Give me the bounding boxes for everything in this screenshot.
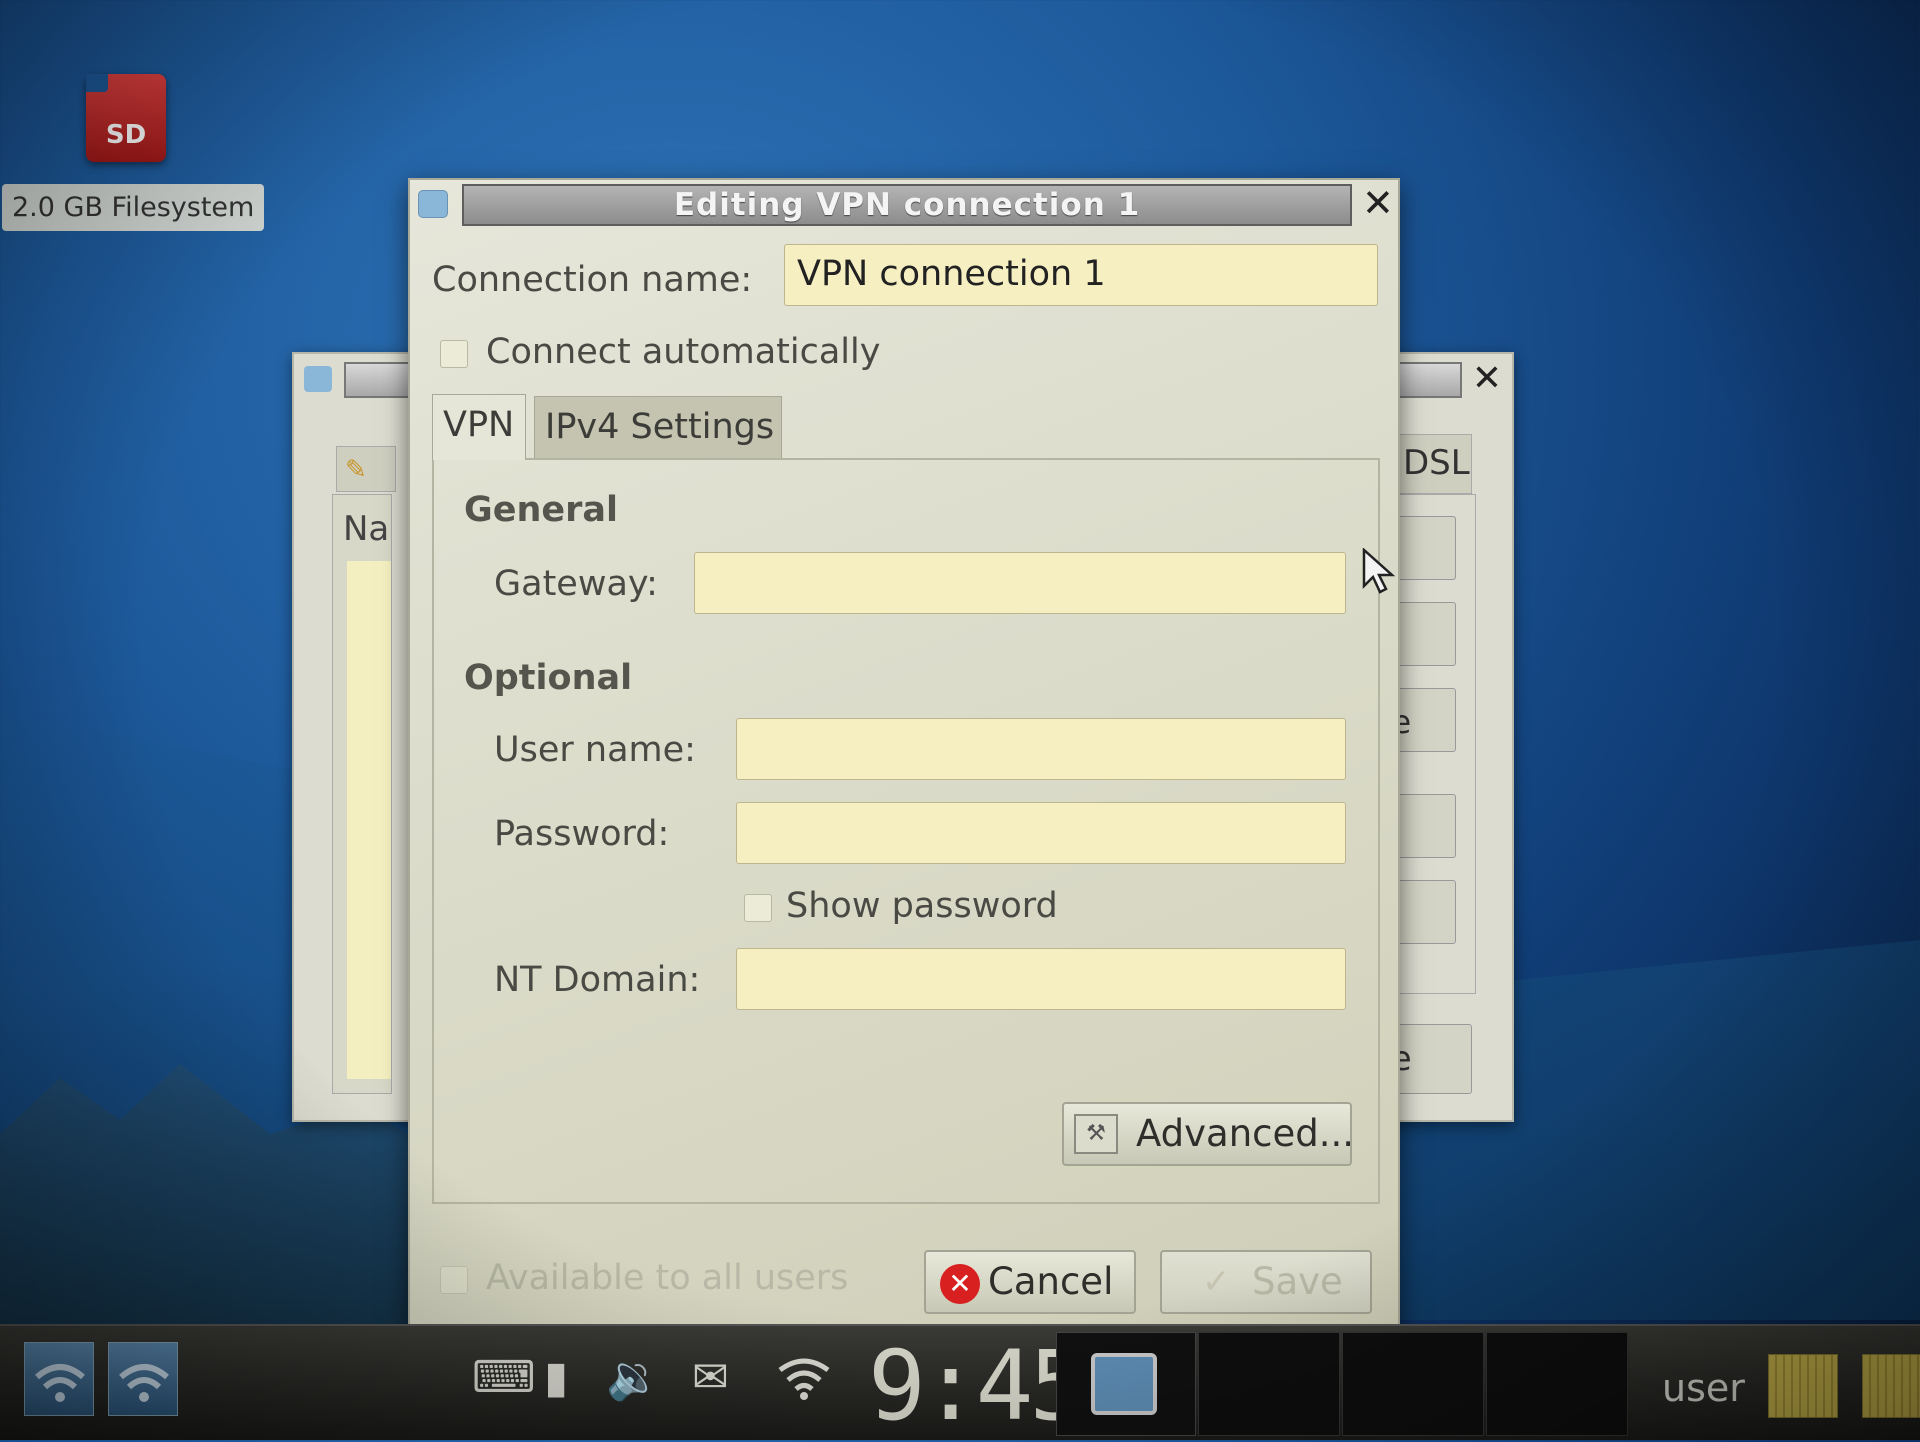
mouse-cursor-icon — [1362, 548, 1396, 594]
save-button-label: Save — [1252, 1260, 1343, 1303]
save-check-icon: ✓ — [1202, 1262, 1231, 1302]
edit-vpn-dialog: Editing VPN connection 1 ✕ Connection na… — [408, 178, 1400, 1336]
clock[interactable]: 9:45 — [868, 1338, 1087, 1434]
taskbar-slot[interactable] — [1342, 1332, 1484, 1436]
tab-ipv4-settings[interactable]: IPv4 Settings — [534, 396, 782, 458]
cancel-button[interactable]: ✕ Cancel — [924, 1250, 1136, 1314]
user-label[interactable]: user — [1662, 1366, 1745, 1410]
advanced-icon: ⚒ — [1074, 1114, 1118, 1154]
network-icon — [304, 366, 332, 392]
available-all-users-label: Available to all users — [486, 1258, 849, 1298]
workspace-pager-1[interactable] — [1768, 1354, 1838, 1418]
sd-card-text: SD — [105, 120, 147, 150]
list-header: Na — [343, 509, 390, 549]
network-icon — [418, 190, 448, 218]
taskbar-network-app-2[interactable] — [108, 1342, 178, 1416]
wifi-icon — [35, 1364, 85, 1402]
tab-vpn[interactable]: VPN — [432, 394, 526, 460]
connection-list[interactable]: Na — [332, 494, 392, 1094]
taskbar: ⌨ ▮ 🔉 ✉ 9:45 user — [0, 1324, 1920, 1440]
volume-icon[interactable]: 🔉 — [606, 1356, 661, 1400]
show-password-label: Show password — [786, 886, 1058, 926]
gateway-label: Gateway: — [494, 564, 658, 604]
advanced-button-label: Advanced... — [1136, 1112, 1355, 1155]
sd-card-notch — [86, 74, 108, 92]
connection-name-input[interactable]: VPN connection 1 — [784, 244, 1378, 306]
tab-vpn-list[interactable]: ✎ — [336, 446, 396, 492]
cancel-button-label: Cancel — [988, 1260, 1114, 1303]
optional-heading: Optional — [464, 658, 633, 698]
username-input[interactable] — [736, 718, 1346, 780]
password-input[interactable] — [736, 802, 1346, 864]
close-icon[interactable]: ✕ — [1472, 358, 1502, 399]
keyboard-icon[interactable]: ⌨ — [472, 1356, 536, 1400]
sd-card-icon[interactable]: SD — [86, 74, 166, 162]
save-button[interactable]: ✓ Save — [1160, 1250, 1372, 1314]
available-all-users-checkbox[interactable] — [440, 1266, 468, 1294]
wifi-icon — [119, 1364, 169, 1402]
taskbar-slot[interactable] — [1198, 1332, 1340, 1436]
nt-domain-label: NT Domain: — [494, 960, 701, 1000]
connect-automatically-checkbox[interactable] — [440, 340, 468, 368]
list-body[interactable] — [347, 561, 391, 1079]
general-heading: General — [464, 490, 618, 530]
taskbar-network-app-1[interactable] — [24, 1342, 94, 1416]
vpn-tab-icon: ✎ — [345, 455, 367, 485]
password-label: Password: — [494, 814, 670, 854]
show-password-checkbox[interactable] — [744, 894, 772, 922]
close-icon[interactable]: ✕ — [1362, 184, 1394, 222]
dialog-title[interactable]: Editing VPN connection 1 — [462, 184, 1352, 226]
nt-domain-input[interactable] — [736, 948, 1346, 1010]
taskbar-active-window[interactable] — [1056, 1332, 1196, 1436]
tab-dsl[interactable]: DSL — [1392, 434, 1472, 494]
username-label: User name: — [494, 730, 696, 770]
advanced-button[interactable]: ⚒ Advanced... — [1062, 1102, 1355, 1166]
battery-icon[interactable]: ▮ — [544, 1356, 568, 1400]
gateway-input[interactable] — [694, 552, 1346, 614]
connect-automatically-label: Connect automatically — [486, 332, 881, 372]
workspace-pager-2[interactable] — [1862, 1354, 1920, 1418]
network-icon — [1091, 1353, 1157, 1415]
wifi-icon[interactable] — [776, 1356, 832, 1408]
mail-icon[interactable]: ✉ — [692, 1356, 729, 1400]
filesystem-label[interactable]: 2.0 GB Filesystem — [2, 184, 265, 231]
vpn-tab-panel: General Gateway: Optional User name: Pas… — [432, 458, 1380, 1204]
cancel-icon: ✕ — [940, 1264, 980, 1304]
taskbar-slot[interactable] — [1486, 1332, 1628, 1436]
connection-name-label: Connection name: — [432, 260, 753, 300]
